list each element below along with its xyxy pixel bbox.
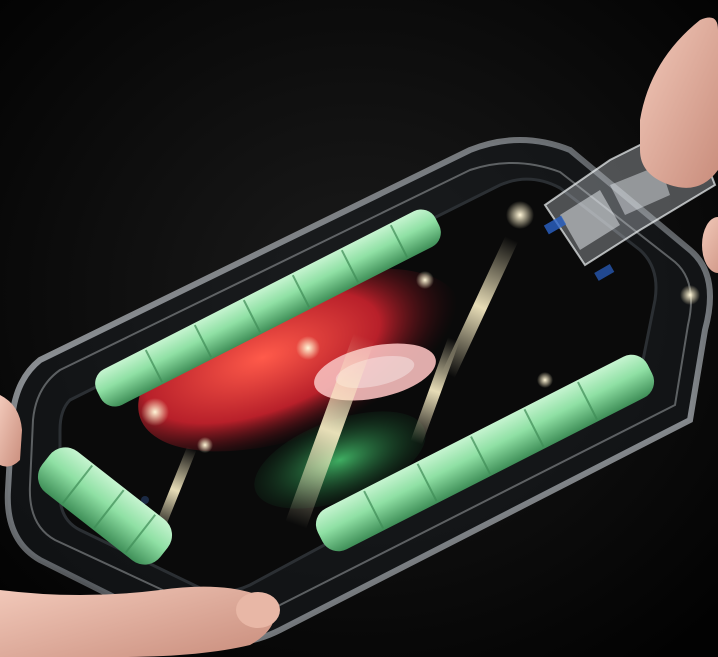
product-photo [0,0,718,657]
